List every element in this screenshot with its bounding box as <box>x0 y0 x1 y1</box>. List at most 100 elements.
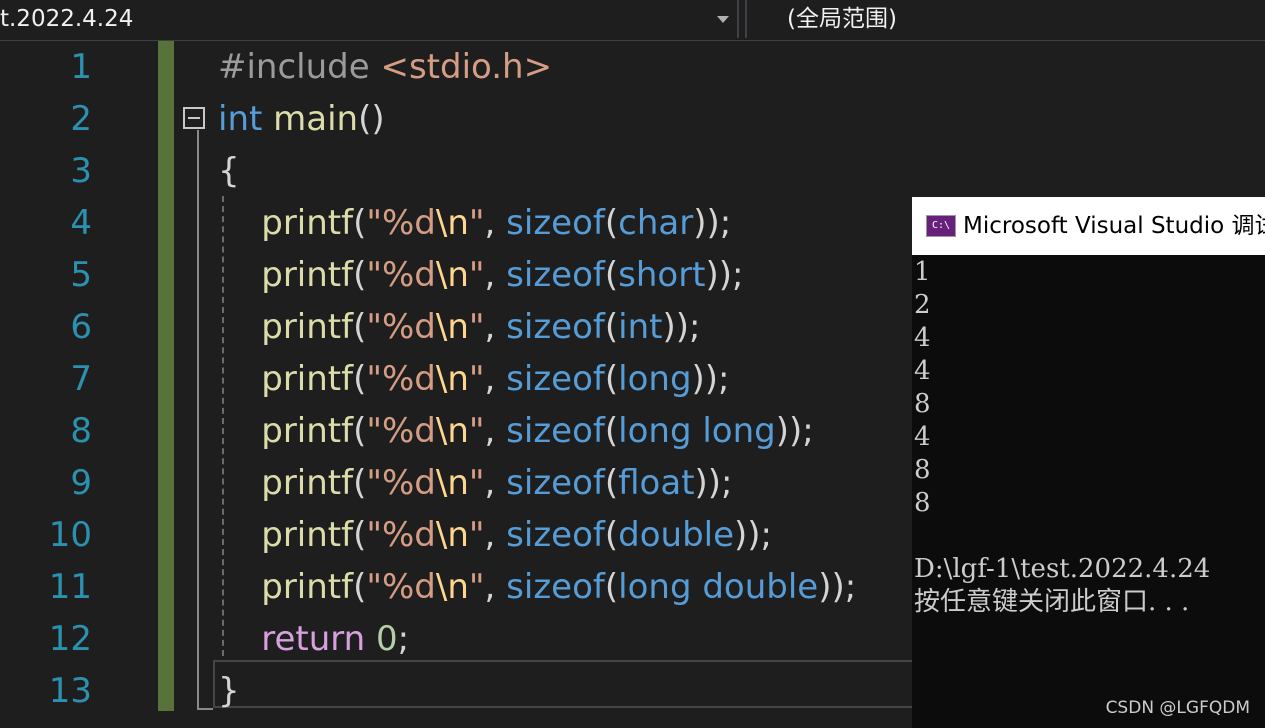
console-title: Microsoft Visual Studio 调试控制台 <box>963 213 1265 239</box>
code-token: } <box>218 671 240 711</box>
code-token: int <box>618 307 663 347</box>
code-token: 0 <box>376 619 398 659</box>
code-token: "%d <box>366 359 436 399</box>
code-token: ( <box>353 567 367 607</box>
line-number: 1 <box>70 47 92 87</box>
code-token: "%d <box>366 515 436 555</box>
line-number: 5 <box>70 255 92 295</box>
code-token: long long <box>618 411 776 451</box>
code-token: sizeof <box>506 203 605 243</box>
code-token: )); <box>705 255 744 295</box>
code-token: \n <box>435 463 469 503</box>
code-token: double <box>618 515 735 555</box>
code-token: "%d <box>366 203 436 243</box>
code-token: , <box>484 567 507 607</box>
code-token: int <box>218 99 263 139</box>
code-token: ( <box>604 515 619 555</box>
code-token: \n <box>435 411 469 451</box>
code-token: printf <box>261 463 354 503</box>
code-line: printf("%d\n", sizeof(short)); <box>218 249 744 301</box>
code-token: "%d <box>366 411 436 451</box>
line-number: 13 <box>48 671 92 711</box>
console-output-line: 1 <box>914 257 931 287</box>
code-token: " <box>468 255 485 295</box>
code-token: printf <box>261 307 354 347</box>
code-line: { <box>218 145 240 197</box>
line-number: 3 <box>70 151 92 191</box>
code-line: printf("%d\n", sizeof(int)); <box>218 301 700 353</box>
code-line: int main() <box>218 93 385 145</box>
code-token: float <box>618 463 695 503</box>
line-number: 12 <box>48 619 92 659</box>
line-number: 10 <box>48 515 92 555</box>
code-line: } <box>218 665 240 717</box>
watermark: CSDN @LGFQDM <box>1105 698 1250 718</box>
code-token: )); <box>694 463 733 503</box>
console-output-line: 8 <box>914 389 931 419</box>
code-token: )); <box>775 411 814 451</box>
code-token: printf <box>261 255 354 295</box>
code-token: ( <box>353 255 367 295</box>
code-line: printf("%d\n", sizeof(float)); <box>218 457 733 509</box>
code-token: \n <box>435 307 469 347</box>
console-output-line: 4 <box>914 422 931 452</box>
code-token: \n <box>435 203 469 243</box>
code-token: ; <box>397 619 410 659</box>
code-token: \n <box>435 515 469 555</box>
outline-end <box>197 708 213 710</box>
code-token: ( <box>353 411 367 451</box>
code-token: )); <box>662 307 701 347</box>
code-token: ( <box>604 307 619 347</box>
code-token: ( <box>353 307 367 347</box>
code-token: , <box>484 255 507 295</box>
code-token: main <box>273 99 359 139</box>
code-token: " <box>468 515 485 555</box>
line-number: 11 <box>48 567 92 607</box>
navigation-bar: st.2022.4.24 (全局范围) <box>0 0 1265 41</box>
code-token: long <box>618 359 692 399</box>
console-output-line: 8 <box>914 488 931 518</box>
console-output-line: 4 <box>914 323 931 353</box>
code-token: ( <box>604 463 619 503</box>
code-token: )); <box>691 359 730 399</box>
code-token: " <box>468 411 485 451</box>
collapse-icon[interactable] <box>183 107 205 129</box>
code-token: short <box>618 255 706 295</box>
debug-console-window[interactable]: C:\ Microsoft Visual Studio 调试控制台 124484… <box>912 197 1265 728</box>
line-number: 4 <box>70 203 92 243</box>
code-token: sizeof <box>506 307 605 347</box>
console-output-line: 按任意键关闭此窗口. . . <box>914 587 1190 617</box>
code-token: " <box>468 307 485 347</box>
code-token: " <box>468 203 485 243</box>
code-token: ( <box>353 203 367 243</box>
code-token: { <box>218 151 240 191</box>
line-number: 6 <box>70 307 92 347</box>
file-scope-dropdown[interactable]: st.2022.4.24 <box>0 0 739 38</box>
code-token: " <box>468 567 485 607</box>
code-token: sizeof <box>506 411 605 451</box>
change-tracking-bar <box>158 41 174 711</box>
current-line-highlight <box>213 660 923 708</box>
dropdown-arrow-icon[interactable] <box>717 16 729 23</box>
console-title-bar[interactable]: C:\ Microsoft Visual Studio 调试控制台 <box>912 197 1265 255</box>
code-token: () <box>358 99 385 139</box>
console-output-line: D:\lgf-1\test.2022.4.24 <box>914 554 1211 584</box>
code-token: ( <box>604 359 619 399</box>
code-token: )); <box>693 203 732 243</box>
global-scope-dropdown[interactable]: (全局范围) <box>745 0 1265 38</box>
code-token: printf <box>261 203 354 243</box>
code-line: printf("%d\n", sizeof(long double)); <box>218 561 856 613</box>
code-token: , <box>484 307 507 347</box>
code-token: , <box>484 463 507 503</box>
code-token: ( <box>604 567 619 607</box>
code-token: #include <box>218 47 381 87</box>
code-token: sizeof <box>506 567 605 607</box>
code-token: ( <box>353 515 367 555</box>
code-line: printf("%d\n", sizeof(long long)); <box>218 405 814 457</box>
